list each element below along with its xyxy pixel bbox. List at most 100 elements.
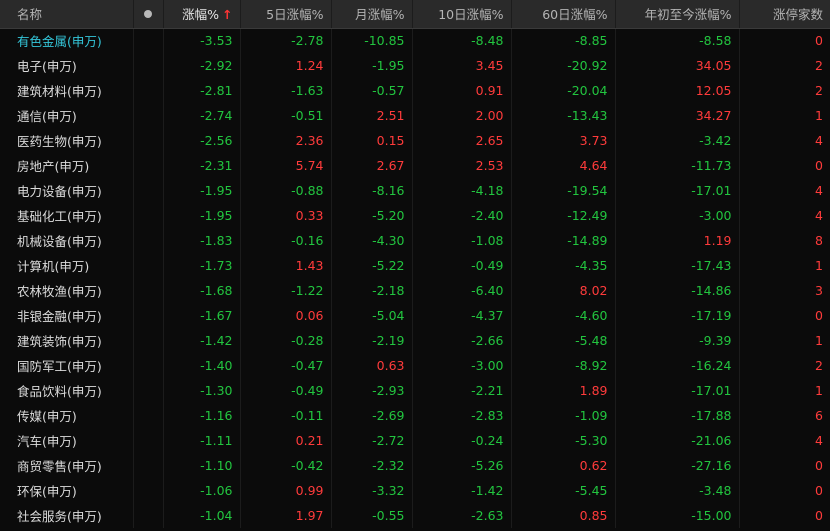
change-cell: -1.16	[163, 403, 241, 428]
change-ytd-cell: -9.39	[615, 328, 740, 353]
marker-cell	[133, 478, 164, 503]
table-row[interactable]: 社会服务(申万) -1.04 1.97 -0.55 -2.63 0.85 -15.00 0	[0, 503, 830, 528]
change-month-cell: -1.95	[331, 53, 413, 78]
column-header-change-10d[interactable]: 10日涨幅%	[412, 0, 512, 29]
change-month-cell: 2.67	[331, 153, 413, 178]
change-cell: -1.95	[163, 203, 241, 228]
change-5d-cell: -1.22	[240, 278, 332, 303]
change-5d-cell: 0.21	[240, 428, 332, 453]
table-row[interactable]: 机械设备(申万) -1.83 -0.16 -4.30 -1.08 -14.89 1.19 8	[0, 228, 830, 253]
change-5d-cell: -0.88	[240, 178, 332, 203]
change-5d-cell: -0.49	[240, 378, 332, 403]
change-cell: -3.53	[163, 28, 241, 53]
change-ytd-cell: 1.19	[615, 228, 740, 253]
change-5d-cell: 5.74	[240, 153, 332, 178]
table-row[interactable]: 建筑材料(申万) -2.81 -1.63 -0.57 0.91 -20.04 12.05 2	[0, 78, 830, 103]
change-5d-cell: -0.16	[240, 228, 332, 253]
change-60d-cell: 4.64	[511, 153, 616, 178]
limit-up-count-cell: 4	[815, 433, 823, 448]
table-row[interactable]: 非银金融(申万) -1.67 0.06 -5.04 -4.37 -4.60 -17.19 0	[0, 303, 830, 328]
table-row[interactable]: 电子(申万) -2.92 1.24 -1.95 3.45 -20.92 34.05 2	[0, 53, 830, 78]
table-header-row: 名称 涨幅% ↑ 5日涨幅% 月涨幅% 10日涨幅% 60日涨幅% 年初至今涨幅%…	[0, 0, 830, 29]
change-5d-cell: 0.33	[240, 203, 332, 228]
change-month-cell: -10.85	[331, 28, 413, 53]
change-month-cell: 0.63	[331, 353, 413, 378]
sort-ascending-arrow-icon: ↑	[222, 7, 233, 23]
table-row[interactable]: 房地产(申万) -2.31 5.74 2.67 2.53 4.64 -11.73 0	[0, 153, 830, 178]
change-ytd-cell: -3.48	[615, 478, 740, 503]
change-ytd-cell: -17.88	[615, 403, 740, 428]
table-row[interactable]: 商贸零售(申万) -1.10 -0.42 -2.32 -5.26 0.62 -27.16 0	[0, 453, 830, 478]
table-row[interactable]: 基础化工(申万) -1.95 0.33 -5.20 -2.40 -12.49 -3.00 4	[0, 203, 830, 228]
column-header-change-ytd[interactable]: 年初至今涨幅%	[615, 0, 740, 29]
sector-name-cell: 基础化工(申万)	[0, 203, 134, 228]
limit-up-count-cell: 1	[815, 258, 823, 273]
change-5d-cell: 1.43	[240, 253, 332, 278]
table-row[interactable]: 电力设备(申万) -1.95 -0.88 -8.16 -4.18 -19.54 -17.01…	[0, 178, 830, 203]
sector-name-cell: 电力设备(申万)	[0, 178, 134, 203]
change-60d-cell: -4.35	[511, 253, 616, 278]
limit-up-count-cell: 3	[815, 283, 823, 298]
column-header-name[interactable]: 名称	[0, 0, 134, 29]
column-header-change-month[interactable]: 月涨幅%	[331, 0, 413, 29]
change-ytd-cell: -17.43	[615, 253, 740, 278]
sector-name-cell: 医药生物(申万)	[0, 128, 134, 153]
table-body: 有色金属(申万) -3.53 -2.78 -10.85 -8.48 -8.85 -8.58 0…	[0, 28, 830, 528]
limit-up-count-cell: 0	[815, 508, 823, 523]
change-cell: -1.04	[163, 503, 241, 528]
marker-cell	[133, 78, 164, 103]
marker-cell	[133, 28, 164, 53]
change-60d-cell: 0.85	[511, 503, 616, 528]
change-cell: -1.30	[163, 378, 241, 403]
change-ytd-cell: -15.00	[615, 503, 740, 528]
column-header-marker[interactable]	[133, 0, 164, 29]
table-row[interactable]: 建筑装饰(申万) -1.42 -0.28 -2.19 -2.66 -5.48 -9.39 1	[0, 328, 830, 353]
column-header-change-60d[interactable]: 60日涨幅%	[511, 0, 616, 29]
change-cell: -1.42	[163, 328, 241, 353]
table-row[interactable]: 国防军工(申万) -1.40 -0.47 0.63 -3.00 -8.92 -16.24 2	[0, 353, 830, 378]
change-60d-cell: -8.92	[511, 353, 616, 378]
marker-cell	[133, 153, 164, 178]
table-row[interactable]: 传媒(申万) -1.16 -0.11 -2.69 -2.83 -1.09 -17.88 6	[0, 403, 830, 428]
change-ytd-cell: -11.73	[615, 153, 740, 178]
table-row[interactable]: 通信(申万) -2.74 -0.51 2.51 2.00 -13.43 34.27 1	[0, 103, 830, 128]
limit-up-count-cell: 6	[815, 408, 823, 423]
change-ytd-cell: -14.86	[615, 278, 740, 303]
marker-cell	[133, 228, 164, 253]
sector-name-cell: 电子(申万)	[0, 53, 134, 78]
change-5d-cell: -0.51	[240, 103, 332, 128]
change-ytd-cell: 34.27	[615, 103, 740, 128]
change-ytd-cell: -3.00	[615, 203, 740, 228]
sector-name-cell: 房地产(申万)	[0, 153, 134, 178]
change-cell: -1.67	[163, 303, 241, 328]
change-5d-cell: -0.42	[240, 453, 332, 478]
change-month-cell: -4.30	[331, 228, 413, 253]
change-5d-cell: 1.24	[240, 53, 332, 78]
change-month-cell: -5.04	[331, 303, 413, 328]
table-row[interactable]: 计算机(申万) -1.73 1.43 -5.22 -0.49 -4.35 -17.43 1	[0, 253, 830, 278]
table-row[interactable]: 食品饮料(申万) -1.30 -0.49 -2.93 -2.21 1.89 -17.01 1	[0, 378, 830, 403]
marker-cell	[133, 303, 164, 328]
change-cell: -2.31	[163, 153, 241, 178]
column-header-change[interactable]: 涨幅% ↑	[163, 0, 241, 29]
change-ytd-cell: -27.16	[615, 453, 740, 478]
limit-up-count-cell: 0	[815, 483, 823, 498]
change-60d-cell: -5.30	[511, 428, 616, 453]
change-cell: -1.40	[163, 353, 241, 378]
table-row[interactable]: 环保(申万) -1.06 0.99 -3.32 -1.42 -5.45 -3.48 0	[0, 478, 830, 503]
marker-cell	[133, 328, 164, 353]
table-row[interactable]: 汽车(申万) -1.11 0.21 -2.72 -0.24 -5.30 -21.06 4	[0, 428, 830, 453]
change-month-cell: -2.93	[331, 378, 413, 403]
table-row[interactable]: 有色金属(申万) -3.53 -2.78 -10.85 -8.48 -8.85 -8.58 0	[0, 28, 830, 53]
change-60d-cell: -4.60	[511, 303, 616, 328]
sector-name-cell: 建筑材料(申万)	[0, 78, 134, 103]
change-5d-cell: -1.63	[240, 78, 332, 103]
table-row[interactable]: 医药生物(申万) -2.56 2.36 0.15 2.65 3.73 -3.42 4	[0, 128, 830, 153]
table-row[interactable]: 农林牧渔(申万) -1.68 -1.22 -2.18 -6.40 8.02 -14.86 3	[0, 278, 830, 303]
change-cell: -1.73	[163, 253, 241, 278]
column-header-change-5d[interactable]: 5日涨幅%	[240, 0, 332, 29]
change-ytd-cell: 12.05	[615, 78, 740, 103]
limit-up-count-cell: 0	[815, 458, 823, 473]
change-60d-cell: -14.89	[511, 228, 616, 253]
column-header-limit-up-count[interactable]: 涨停家数	[739, 0, 830, 29]
